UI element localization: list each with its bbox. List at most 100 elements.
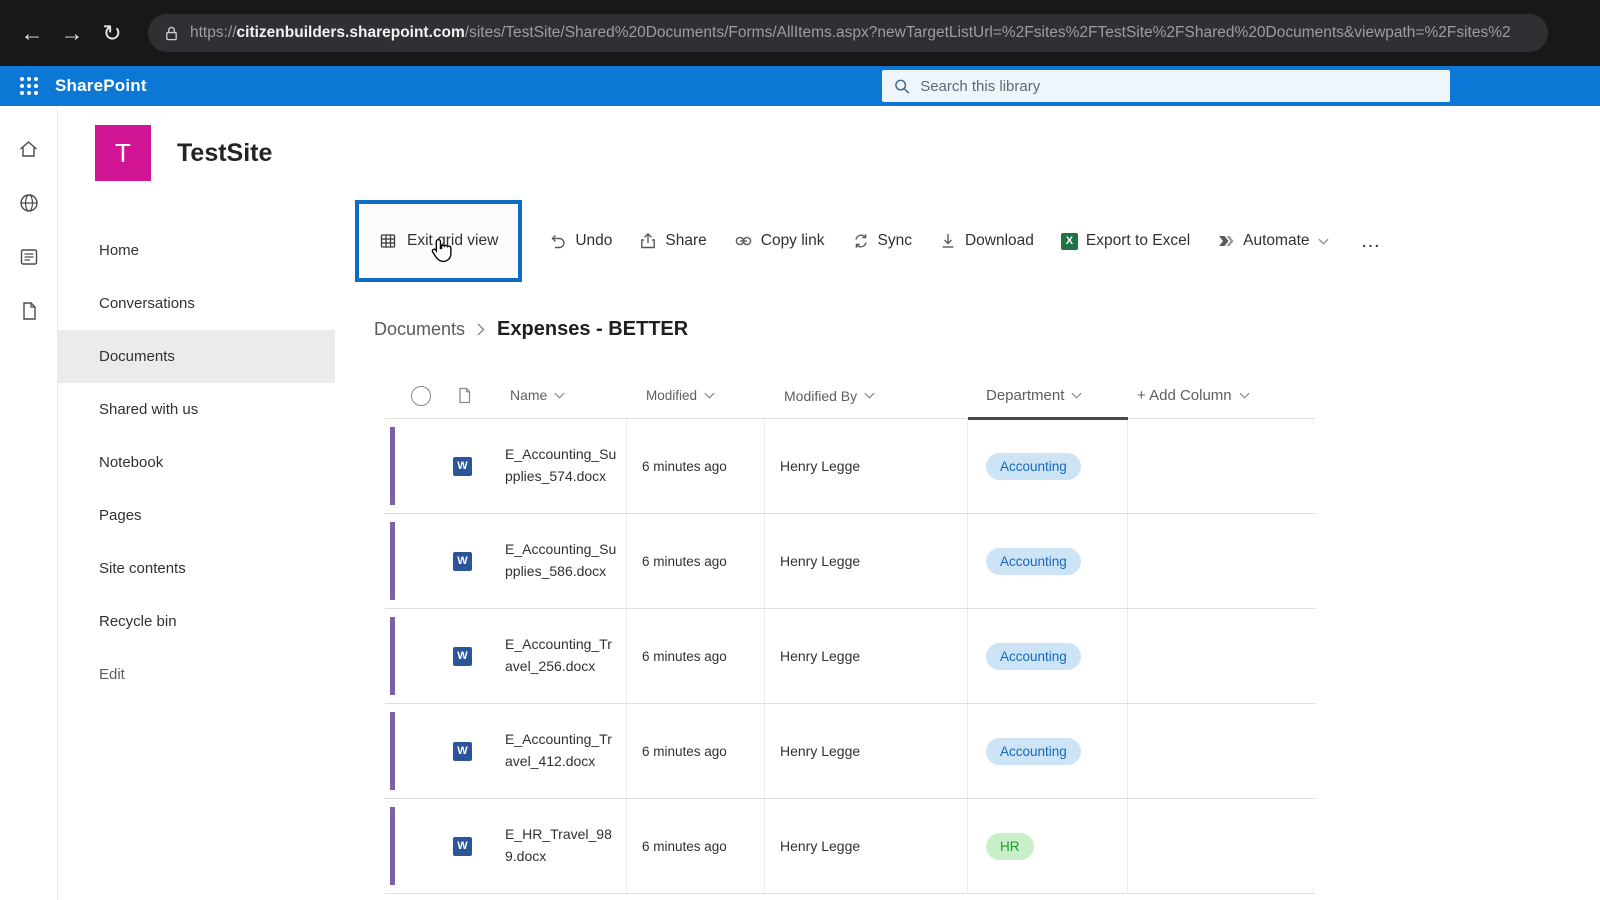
mouse-cursor-icon xyxy=(431,238,452,263)
add-column-cell xyxy=(1128,609,1315,703)
sidebar-item-edit[interactable]: Edit xyxy=(58,648,335,701)
url-scheme: https:// xyxy=(190,24,237,41)
url-text: https://citizenbuilders.sharepoint.com/s… xyxy=(190,24,1511,42)
back-icon[interactable]: ← xyxy=(12,21,52,45)
edit-indicator-bar xyxy=(389,427,395,505)
table-row[interactable]: W E_HR_Travel_989.docx 6 minutes ago Hen… xyxy=(385,799,1315,894)
table-row[interactable]: W E_Accounting_Travel_256.docx 6 minutes… xyxy=(385,609,1315,704)
browser-chrome: ← → ↻ https://citizenbuilders.sharepoint… xyxy=(0,0,1600,66)
sidebar-item-recycle-bin[interactable]: Recycle bin xyxy=(58,595,335,648)
forward-icon[interactable]: → xyxy=(52,21,92,45)
column-header-add-column[interactable]: + Add Column xyxy=(1128,373,1315,418)
table-row[interactable]: W E_Accounting_Supplies_574.docx 6 minut… xyxy=(385,419,1315,514)
excel-icon: X xyxy=(1060,232,1078,250)
department-pill[interactable]: Accounting xyxy=(986,547,1081,575)
reload-icon[interactable]: ↻ xyxy=(92,21,132,45)
file-type-cell: W xyxy=(399,419,495,513)
department-cell: Accounting xyxy=(968,704,1128,798)
suite-bar: SharePoint xyxy=(0,66,1600,106)
row-edit-bar-cell xyxy=(385,419,399,513)
download-label: Download xyxy=(964,232,1034,249)
file-name-cell[interactable]: E_Accounting_Supplies_574.docx xyxy=(495,419,627,513)
column-header-name[interactable]: Name xyxy=(495,373,627,418)
file-name-cell[interactable]: E_Accounting_Travel_412.docx xyxy=(495,704,627,798)
row-edit-bar-cell xyxy=(385,609,399,703)
department-pill[interactable]: Accounting xyxy=(986,642,1081,670)
chevron-down-icon xyxy=(1318,238,1329,245)
modified-by-cell: Henry Legge xyxy=(765,799,968,893)
screen: ← → ↻ https://citizenbuilders.sharepoint… xyxy=(0,0,1600,900)
automate-button[interactable]: Automate xyxy=(1217,232,1329,250)
export-to-excel-button[interactable]: X Export to Excel xyxy=(1060,232,1191,250)
word-file-icon: W xyxy=(453,551,472,571)
department-cell: Accounting xyxy=(968,609,1128,703)
file-name-cell[interactable]: E_HR_Travel_989.docx xyxy=(495,799,627,893)
modified-by-cell: Henry Legge xyxy=(765,609,968,703)
department-pill[interactable]: Accounting xyxy=(986,737,1081,765)
app-launcher-icon[interactable] xyxy=(18,75,40,97)
sidebar-item-shared-with-us[interactable]: Shared with us xyxy=(58,383,335,436)
add-column-cell xyxy=(1128,514,1315,608)
table-row[interactable]: W E_Accounting_Supplies_586.docx 6 minut… xyxy=(385,514,1315,609)
site-logo[interactable]: T xyxy=(95,125,151,181)
lock-icon xyxy=(166,26,177,40)
row-edit-bar-cell xyxy=(385,514,399,608)
copy-link-button[interactable]: Copy link xyxy=(734,232,825,250)
home-icon[interactable] xyxy=(17,138,40,160)
link-icon xyxy=(735,236,752,246)
word-file-icon: W xyxy=(453,456,472,476)
column-department-label: Department xyxy=(986,387,1065,404)
department-pill[interactable]: Accounting xyxy=(986,452,1081,480)
add-column-cell xyxy=(1128,419,1315,513)
automate-label: Automate xyxy=(1243,232,1310,249)
sidebar-item-documents[interactable]: Documents xyxy=(58,330,335,383)
copy-link-label: Copy link xyxy=(760,232,825,249)
department-cell: Accounting xyxy=(968,419,1128,513)
modified-by-cell: Henry Legge xyxy=(765,704,968,798)
table-header: Name Modified Modified By Department + A… xyxy=(385,373,1315,420)
sidebar-item-pages[interactable]: Pages xyxy=(58,489,335,542)
breadcrumb-parent[interactable]: Documents xyxy=(374,319,465,340)
column-name-label: Name xyxy=(510,386,548,403)
automate-icon xyxy=(1219,236,1234,246)
globe-icon[interactable] xyxy=(18,192,40,214)
sidebar-item-site-contents[interactable]: Site contents xyxy=(58,542,335,595)
file-name-cell[interactable]: E_Accounting_Supplies_586.docx xyxy=(495,514,627,608)
command-bar: Exit grid view Undo Share Copy link Sync… xyxy=(355,200,1600,282)
undo-label: Undo xyxy=(575,232,613,249)
search-input[interactable] xyxy=(920,77,1438,95)
breadcrumb-current: Expenses - BETTER xyxy=(497,318,689,340)
app-rail xyxy=(0,106,58,900)
sidebar-item-conversations[interactable]: Conversations xyxy=(58,277,335,330)
column-header-department[interactable]: Department xyxy=(968,373,1128,420)
department-cell: HR xyxy=(968,799,1128,893)
address-bar[interactable]: https://citizenbuilders.sharepoint.com/s… xyxy=(148,14,1548,52)
sidebar-item-home[interactable]: Home xyxy=(58,224,335,277)
export-to-excel-label: Export to Excel xyxy=(1085,232,1191,249)
news-icon[interactable] xyxy=(18,246,40,268)
sharepoint-brand[interactable]: SharePoint xyxy=(55,76,147,96)
grid-view-icon xyxy=(380,234,396,248)
modified-cell: 6 minutes ago xyxy=(627,799,765,893)
column-header-modified-by[interactable]: Modified By xyxy=(765,373,968,418)
sidebar-item-notebook[interactable]: Notebook xyxy=(58,436,335,489)
overflow-menu-button[interactable]: … xyxy=(1361,230,1382,253)
select-all-checkbox[interactable] xyxy=(411,385,431,406)
modified-by-cell: Henry Legge xyxy=(765,419,968,513)
site-title[interactable]: TestSite xyxy=(177,139,272,168)
sync-button[interactable]: Sync xyxy=(852,232,912,250)
download-button[interactable]: Download xyxy=(939,232,1034,250)
exit-grid-view-button[interactable]: Exit grid view xyxy=(355,200,523,282)
department-pill[interactable]: HR xyxy=(986,832,1034,860)
table-row[interactable]: W E_Accounting_Travel_412.docx 6 minutes… xyxy=(385,704,1315,799)
modified-cell: 6 minutes ago xyxy=(627,609,765,703)
search-box[interactable] xyxy=(882,70,1450,102)
sidebar-nav: Home Conversations Documents Shared with… xyxy=(58,200,335,900)
share-label: Share xyxy=(665,232,707,249)
edit-indicator-bar xyxy=(389,712,395,790)
document-icon[interactable] xyxy=(18,300,40,322)
column-header-modified[interactable]: Modified xyxy=(627,373,765,418)
undo-button[interactable]: Undo xyxy=(549,232,612,250)
share-button[interactable]: Share xyxy=(639,232,707,250)
file-name-cell[interactable]: E_Accounting_Travel_256.docx xyxy=(495,609,627,703)
